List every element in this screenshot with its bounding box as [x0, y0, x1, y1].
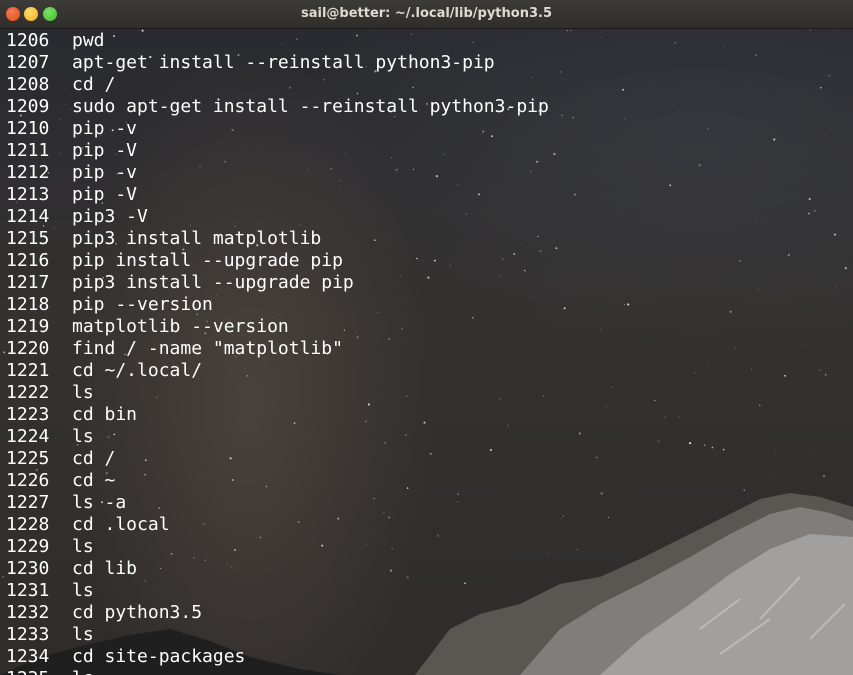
history-line: 1227 ls -a [6, 492, 549, 514]
history-line: 1230 cd lib [6, 558, 549, 580]
history-line: 1222 ls [6, 382, 549, 404]
history-command: pip3 install matplotlib [72, 228, 322, 249]
history-command: pip -v [72, 118, 138, 139]
history-command: sudo apt-get install --reinstall python3… [72, 96, 549, 117]
history-line: 1232 cd python3.5 [6, 602, 549, 624]
history-line: 1225 cd / [6, 448, 549, 470]
history-line: 1220 find / -name "matplotlib" [6, 338, 549, 360]
history-command: pip install --upgrade pip [72, 250, 343, 271]
history-line: 1223 cd bin [6, 404, 549, 426]
history-line-number: 1233 [6, 624, 50, 645]
title-bar[interactable]: sail@better: ~/.local/lib/python3.5 [0, 0, 853, 29]
history-line: 1217 pip3 install --upgrade pip [6, 272, 549, 294]
history-command: ls [72, 426, 94, 447]
history-line: 1208 cd / [6, 74, 549, 96]
history-command: pip -v [72, 162, 138, 183]
history-command: pip -V [72, 184, 138, 205]
history-line-number: 1216 [6, 250, 50, 271]
history-line-number: 1218 [6, 294, 50, 315]
history-line-number: 1226 [6, 470, 50, 491]
history-command: pip -V [72, 140, 138, 161]
history-line: 1207 apt-get install --reinstall python3-… [6, 52, 549, 74]
history-line: 1209 sudo apt-get install --reinstall pyt… [6, 96, 549, 118]
history-command: cd lib [72, 558, 138, 579]
history-command: matplotlib --version [72, 316, 289, 337]
history-line-number: 1212 [6, 162, 50, 183]
history-line: 1224 ls [6, 426, 549, 448]
history-command: cd python3.5 [72, 602, 203, 623]
history-command: cd / [72, 448, 116, 469]
history-line: 1216 pip install --upgrade pip [6, 250, 549, 272]
history-command: cd .local [72, 514, 170, 535]
history-line-number: 1219 [6, 316, 50, 337]
history-line: 1226 cd ~ [6, 470, 549, 492]
history-command: pip3 -V [72, 206, 148, 227]
history-line: 1221 cd ~/.local/ [6, 360, 549, 382]
terminal-area[interactable]: 1206 pwd 1207 apt-get install --reinstall p… [0, 29, 853, 675]
history-line-number: 1225 [6, 448, 50, 469]
history-line: 1219 matplotlib --version [6, 316, 549, 338]
history-line-number: 1230 [6, 558, 50, 579]
history-command: cd ~ [72, 470, 116, 491]
window-title: sail@better: ~/.local/lib/python3.5 [300, 6, 552, 21]
history-command: cd / [72, 74, 116, 95]
history-line-number: 1213 [6, 184, 50, 205]
history-line-number: 1210 [6, 118, 50, 139]
history-command: pwd [72, 30, 105, 51]
history-line-number: 1206 [6, 30, 50, 51]
history-line: 1206 pwd [6, 30, 549, 52]
history-line-number: 1207 [6, 52, 50, 73]
history-command: ls [72, 624, 94, 645]
history-line: 1213 pip -V [6, 184, 549, 206]
history-line-number: 1223 [6, 404, 50, 425]
history-command: ls [72, 668, 94, 675]
history-command: apt-get install --reinstall python3-pip [72, 52, 495, 73]
history-line-number: 1208 [6, 74, 50, 95]
history-command: pip --version [72, 294, 213, 315]
history-line: 1215 pip3 install matplotlib [6, 228, 549, 250]
history-line-number: 1227 [6, 492, 50, 513]
history-line-number: 1217 [6, 272, 50, 293]
history-command: cd site-packages [72, 646, 246, 667]
history-line: 1212 pip -v [6, 162, 549, 184]
history-command: pip3 install --upgrade pip [72, 272, 354, 293]
history-output[interactable]: 1206 pwd 1207 apt-get install --reinstall p… [6, 30, 549, 675]
history-line-number: 1215 [6, 228, 50, 249]
history-line: 1210 pip -v [6, 118, 549, 140]
history-line-number: 1228 [6, 514, 50, 535]
history-line-number: 1224 [6, 426, 50, 447]
history-line-number: 1209 [6, 96, 50, 117]
terminal-window: sail@better: ~/.local/lib/python3.5 1206… [0, 0, 853, 675]
history-line: 1228 cd .local [6, 514, 549, 536]
history-command: ls [72, 536, 94, 557]
history-line-number: 1220 [6, 338, 50, 359]
history-line: 1214 pip3 -V [6, 206, 549, 228]
history-command: ls [72, 382, 94, 403]
history-line: 1218 pip --version [6, 294, 549, 316]
history-line-number: 1214 [6, 206, 50, 227]
history-command: ls -a [72, 492, 127, 513]
history-line: 1235ls [6, 668, 549, 675]
history-line-number: 1231 [6, 580, 50, 601]
history-line-number: 1234 [6, 646, 50, 667]
history-line-number: 1235 [6, 668, 72, 675]
history-line: 1231 ls [6, 580, 549, 602]
history-command: cd bin [72, 404, 138, 425]
history-line-number: 1211 [6, 140, 50, 161]
history-line-number: 1221 [6, 360, 50, 381]
history-line: 1234 cd site-packages [6, 646, 549, 668]
history-line: 1233 ls [6, 624, 549, 646]
history-command: ls [72, 580, 94, 601]
history-line-number: 1229 [6, 536, 50, 557]
history-command: find / -name "matplotlib" [72, 338, 343, 359]
history-line-number: 1232 [6, 602, 50, 623]
history-command: cd ~/.local/ [72, 360, 203, 381]
history-line: 1229 ls [6, 536, 549, 558]
history-line: 1211 pip -V [6, 140, 549, 162]
history-line-number: 1222 [6, 382, 50, 403]
